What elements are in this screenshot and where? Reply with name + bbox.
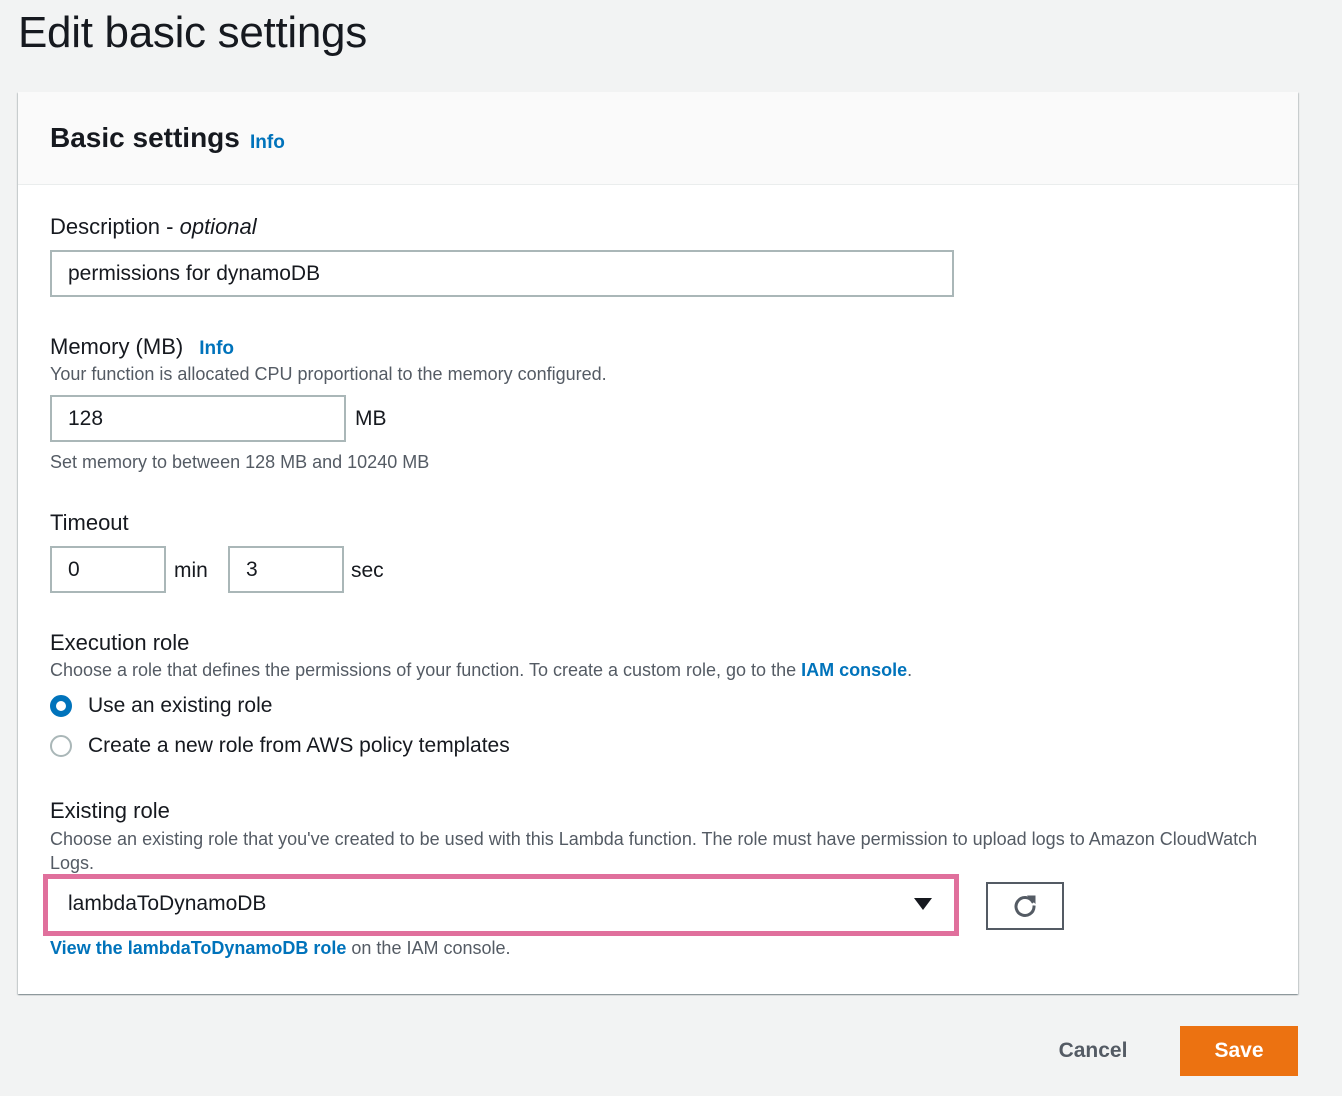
memory-constraint: Set memory to between 128 MB and 10240 M… [50,452,430,472]
memory-help: Your function is allocated CPU proportio… [50,364,607,384]
caret-down-icon [914,898,932,910]
cancel-button[interactable]: Cancel [1040,1026,1146,1076]
memory-info-link[interactable]: Info [199,338,234,359]
refresh-icon [1014,895,1036,917]
radio-unchecked-icon[interactable] [50,735,72,757]
description-label: Description - optional [50,214,257,240]
timeout-sec-input[interactable] [228,546,344,593]
view-role-suffix: on the IAM console. [346,938,511,958]
save-button[interactable]: Save [1180,1026,1298,1076]
execution-role-help-suffix: . [907,660,913,680]
radio-checked-icon[interactable] [50,695,72,717]
existing-role-help: Choose an existing role that you've crea… [50,829,1258,873]
memory-label-text: Memory (MB) [50,334,184,359]
execution-role-help-text: Choose a role that defines the permissio… [50,660,802,680]
existing-role-label: Existing role [50,798,170,823]
description-optional-text: optional [179,214,257,239]
iam-console-link[interactable]: IAM console [801,660,907,680]
view-role-line: View the lambdaToDynamoDB role on the IA… [50,938,511,959]
existing-role-select[interactable]: lambdaToDynamoDB [52,884,950,926]
refresh-roles-button[interactable] [986,882,1064,930]
description-input[interactable] [50,250,954,297]
timeout-min-input[interactable] [50,546,166,593]
memory-unit: MB [355,407,387,430]
timeout-min-unit: min [174,559,208,582]
view-role-link[interactable]: View the lambdaToDynamoDB role [50,938,346,958]
page-title: Edit basic settings [18,8,367,57]
panel-header: Basic settings Info [18,92,1298,185]
panel-info-link[interactable]: Info [250,132,285,154]
memory-label: Memory (MB) Info [50,334,234,360]
timeout-label: Timeout [50,510,129,535]
description-label-text: Description - [50,214,180,239]
basic-settings-panel: Basic settings Info Description - option… [18,92,1298,994]
radio-use-existing-role[interactable]: Use an existing role [50,694,272,718]
radio-create-new-role[interactable]: Create a new role from AWS policy templa… [50,734,510,758]
radio-use-existing-role-label: Use an existing role [88,694,273,717]
timeout-sec-unit: sec [351,559,384,582]
panel-title: Basic settings [50,122,240,153]
memory-input[interactable] [50,395,346,442]
execution-role-label: Execution role [50,630,190,655]
radio-create-new-role-label: Create a new role from AWS policy templa… [88,734,510,757]
existing-role-select-value: lambdaToDynamoDB [68,892,267,915]
execution-role-help: Choose a role that defines the permissio… [50,660,912,681]
